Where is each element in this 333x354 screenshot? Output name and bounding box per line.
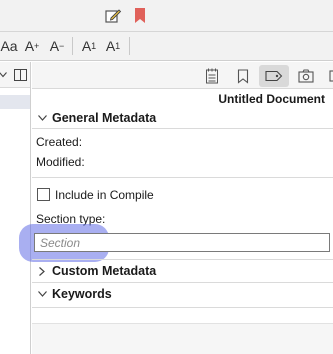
binder-header — [0, 62, 30, 88]
divider — [32, 259, 333, 260]
camera-icon — [298, 69, 314, 83]
toolbar-separator — [129, 37, 130, 55]
divider — [32, 128, 333, 129]
font-bigger-label: A — [24, 38, 35, 54]
font-bigger-sup: + — [34, 41, 40, 51]
comments-tab[interactable] — [321, 65, 333, 87]
format-toolbar: Aa A + A − A1 A1 — [0, 32, 333, 61]
chevron-down-icon[interactable] — [32, 291, 52, 297]
edit-icon[interactable] — [103, 6, 123, 26]
divider — [32, 282, 333, 283]
toolbar-separator — [72, 37, 73, 55]
section-type-field[interactable]: Section — [34, 233, 330, 252]
font-smaller-label: A — [49, 38, 60, 54]
superscript-sup: 1 — [91, 41, 97, 51]
font-bigger-button[interactable]: A + — [23, 37, 41, 55]
keywords-footer — [32, 323, 333, 354]
modified-label: Modified: — [36, 155, 85, 169]
binder-selected-row[interactable] — [0, 95, 30, 109]
bookmarks-tab[interactable] — [229, 65, 257, 87]
custom-metadata-title: Custom Metadata — [52, 264, 157, 278]
general-metadata-section[interactable]: General Metadata — [32, 108, 333, 128]
main-toolbar — [0, 0, 333, 32]
bookmark-icon — [237, 68, 249, 84]
subscript-sub: 1 — [115, 41, 121, 51]
custom-metadata-section[interactable]: Custom Metadata — [32, 261, 333, 281]
scrivener-inspector-window: Aa A + A − A1 A1 Untitled Document Gener… — [0, 0, 333, 354]
document-title: Untitled Document — [218, 92, 325, 106]
chevron-right-icon[interactable] — [32, 266, 52, 276]
font-smaller-button[interactable]: A − — [48, 37, 66, 55]
created-label: Created: — [36, 135, 83, 149]
font-button[interactable]: Aa — [0, 37, 18, 55]
comment-icon — [329, 70, 333, 82]
metadata-tab[interactable] — [259, 65, 289, 87]
split-view-icon[interactable] — [12, 67, 28, 83]
binder-pane — [0, 62, 31, 354]
include-in-compile-checkbox[interactable] — [37, 188, 50, 201]
keywords-title: Keywords — [52, 287, 112, 301]
chevron-down-icon[interactable] — [0, 68, 8, 82]
include-in-compile-label: Include in Compile — [55, 188, 154, 202]
chevron-down-icon[interactable] — [32, 115, 52, 121]
notepad-icon — [206, 68, 218, 84]
superscript-button[interactable]: A1 — [80, 37, 98, 55]
section-type-placeholder: Section — [40, 236, 81, 250]
general-metadata-title: General Metadata — [52, 111, 157, 125]
font-smaller-sup: − — [59, 41, 65, 51]
snapshots-tab[interactable] — [292, 65, 320, 87]
subscript-label: A — [105, 38, 116, 54]
subscript-button[interactable]: A1 — [104, 37, 122, 55]
tag-icon — [265, 70, 283, 82]
font-button-label: Aa — [0, 38, 18, 54]
keywords-section[interactable]: Keywords — [32, 284, 333, 304]
inspector-tabbar — [32, 62, 333, 89]
superscript-label: A — [81, 38, 92, 54]
divider — [32, 177, 333, 178]
notes-tab[interactable] — [198, 65, 226, 87]
bookmark-flag-icon[interactable] — [131, 6, 149, 26]
